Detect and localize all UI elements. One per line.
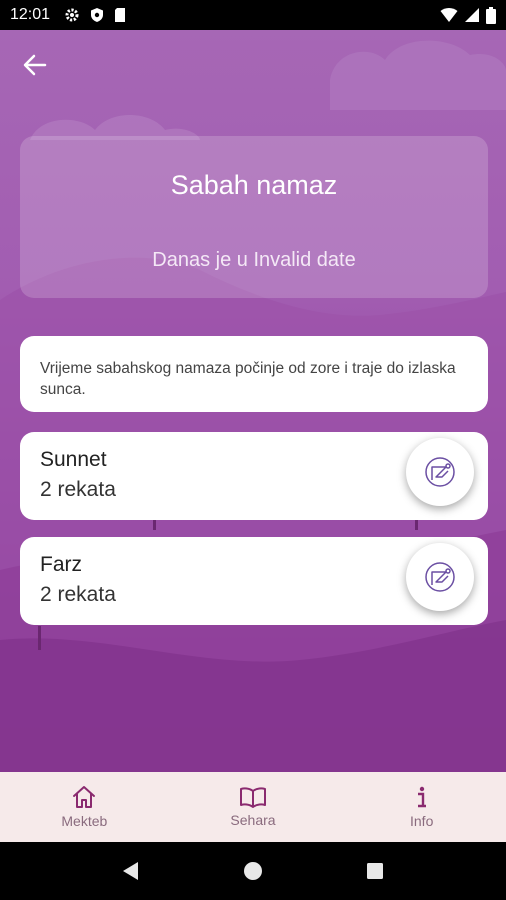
rakat-name: Farz [40, 553, 82, 576]
nav-label: Info [410, 813, 434, 829]
rakat-count: 2 rekata [40, 583, 116, 606]
triangle-back-icon [122, 862, 138, 880]
shield-icon [91, 8, 104, 22]
nav-item-mekteb[interactable]: Mekteb [0, 772, 169, 842]
status-time: 12:01 [10, 6, 51, 23]
nav-item-sehara[interactable]: Sehara [169, 772, 338, 842]
info-icon [417, 786, 426, 808]
signal-icon [465, 8, 479, 22]
nav-item-info[interactable]: Info [337, 772, 506, 842]
rakat-card-farz[interactable]: Farz 2 rekata [20, 537, 488, 625]
start-prayer-button[interactable] [406, 438, 474, 506]
bottom-navigation: Mekteb Sehara Info [0, 772, 506, 842]
system-recents-button[interactable] [366, 862, 384, 880]
rakat-card-sunnet[interactable]: Sunnet 2 rekata [20, 432, 488, 520]
nav-label: Sehara [230, 812, 276, 828]
rakat-name: Sunnet [40, 448, 107, 471]
square-recents-icon [367, 863, 384, 879]
rakat-count: 2 rekata [40, 478, 116, 501]
prayer-description-card: Vrijeme sabahskog namaza počinje od zore… [20, 336, 488, 412]
start-prayer-button[interactable] [406, 543, 474, 611]
book-icon [240, 787, 266, 808]
status-bar: 12:01 [0, 0, 506, 30]
prayer-date: Danas je u Invalid date [152, 249, 356, 271]
home-icon [73, 786, 96, 808]
sd-card-icon [115, 8, 126, 22]
back-button[interactable] [18, 50, 52, 80]
nav-label: Mekteb [61, 813, 108, 829]
prayer-title: Sabah namaz [170, 170, 338, 200]
battery-icon [486, 6, 496, 24]
prayer-pose-icon [425, 562, 455, 592]
arrow-left-icon [23, 54, 47, 76]
system-back-button[interactable] [122, 861, 140, 881]
system-home-button[interactable] [243, 861, 263, 881]
settings-icon [65, 8, 79, 22]
wifi-icon [440, 8, 458, 22]
circle-home-icon [243, 862, 262, 880]
prayer-screen: Sabah namaz Danas je u Invalid date Vrij… [0, 30, 506, 772]
prayer-header-card: Sabah namaz Danas je u Invalid date [20, 136, 488, 298]
prayer-description: Vrijeme sabahskog namaza počinje od zore… [40, 360, 456, 398]
system-navigation-bar [0, 842, 506, 900]
prayer-pose-icon [425, 457, 455, 487]
